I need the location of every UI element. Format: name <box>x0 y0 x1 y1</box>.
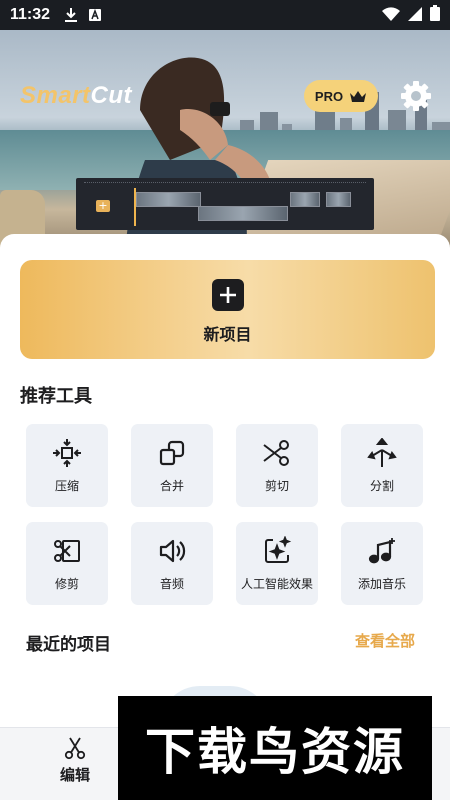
tool-label: 添加音乐 <box>357 576 406 591</box>
tool-label: 压缩 <box>54 478 79 493</box>
tool-trim[interactable]: 修剪 <box>26 522 108 605</box>
split-icon <box>367 437 397 468</box>
tool-split[interactable]: 分割 <box>341 424 423 507</box>
trim-icon <box>52 536 82 566</box>
logo-cut: Cut <box>90 82 133 109</box>
tool-add-music[interactable]: 添加音乐 <box>341 522 423 605</box>
gear-icon[interactable] <box>400 80 432 112</box>
nav-tab-edit[interactable]: 编辑 <box>40 736 110 785</box>
watermark-text: 下载鸟资源 <box>145 723 405 781</box>
timeline-preview: + <box>76 178 374 230</box>
volume-icon <box>157 536 187 566</box>
tool-label: 修剪 <box>54 576 79 591</box>
tools-grid: 压缩 合并 剪切 分割 修剪 音频 人工智能效果 添加音乐 <box>26 424 426 605</box>
tool-label: 分割 <box>369 478 394 493</box>
new-project-button[interactable]: 新项目 <box>20 260 435 359</box>
cell-signal-icon <box>408 6 422 25</box>
battery-icon <box>430 5 440 25</box>
pro-button[interactable]: PRO <box>304 80 378 112</box>
timeline-playhead <box>134 188 136 226</box>
compress-icon <box>52 438 82 468</box>
merge-icon <box>157 438 187 468</box>
tool-label: 音频 <box>159 576 184 591</box>
timeline-clip <box>198 206 288 221</box>
tool-label: 合并 <box>159 478 184 493</box>
tool-audio[interactable]: 音频 <box>131 522 213 605</box>
crown-icon <box>350 90 367 102</box>
app-logo: SmartCut <box>20 82 132 110</box>
plus-icon <box>211 278 244 311</box>
timeline-ruler <box>84 182 366 186</box>
timeline-clip <box>136 192 201 207</box>
tools-section-title: 推荐工具 <box>20 386 92 407</box>
watermark-banner: 下载鸟资源 <box>118 696 432 800</box>
hero-banner: SmartCut PRO + <box>0 30 450 260</box>
logo-smart: Smart <box>20 82 91 109</box>
tool-label: 剪切 <box>264 478 289 493</box>
a-notification-icon <box>88 8 102 22</box>
status-time: 11:32 <box>10 6 51 23</box>
tool-merge[interactable]: 合并 <box>131 424 213 507</box>
scissors-icon <box>64 737 86 760</box>
timeline-clip <box>326 192 351 207</box>
timeline-clip <box>290 192 320 207</box>
tool-compress[interactable]: 压缩 <box>26 424 108 507</box>
new-project-label: 新项目 <box>203 324 252 344</box>
app-root: 11:32 SmartCut PRO + 新项目 推荐工具 压缩 合并 剪切 分… <box>0 0 450 800</box>
tool-label: 人工智能效果 <box>240 576 313 591</box>
scissors-icon <box>262 438 292 468</box>
status-bar: 11:32 <box>0 0 450 30</box>
tool-cut[interactable]: 剪切 <box>236 424 318 507</box>
timeline-add-icon: + <box>96 200 110 212</box>
recent-projects-title: 最近的项目 <box>26 635 111 655</box>
wifi-icon <box>382 6 400 25</box>
nav-edit-label: 编辑 <box>59 766 90 784</box>
music-add-icon <box>367 536 397 566</box>
pro-label: PRO <box>314 88 344 104</box>
download-icon <box>64 7 78 23</box>
view-all-link[interactable]: 查看全部 <box>355 630 415 651</box>
tool-ai-effects[interactable]: 人工智能效果 <box>236 522 318 605</box>
ai-sparkle-icon <box>262 535 292 566</box>
